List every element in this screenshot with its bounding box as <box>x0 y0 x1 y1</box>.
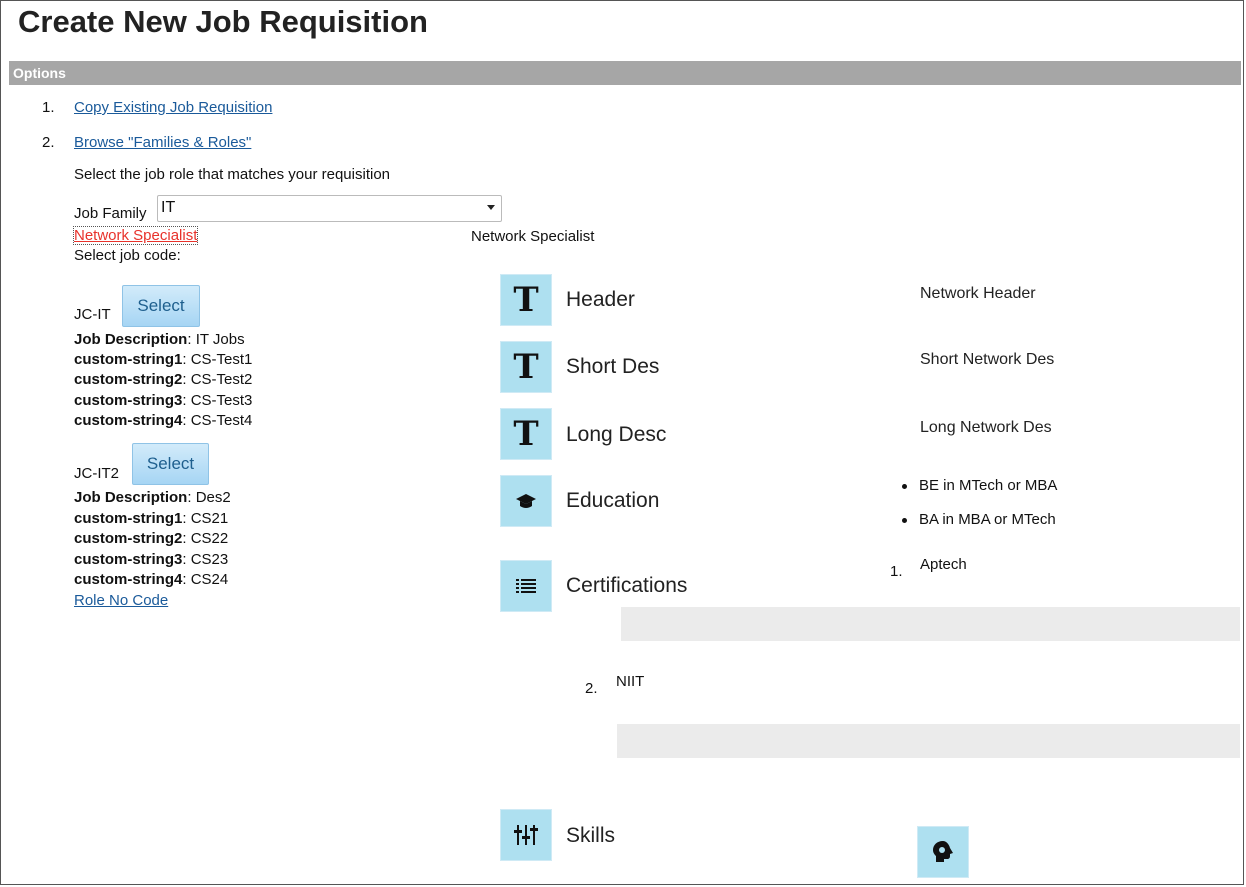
head-icon <box>917 826 969 878</box>
job-code-field: custom-string4: CS-Test4 <box>74 412 253 429</box>
bullet-icon <box>902 483 907 489</box>
text-t-icon: T <box>500 274 552 326</box>
copy-existing-requisition-link[interactable]: Copy Existing Job Requisition <box>74 99 272 116</box>
education-section-label: Education <box>566 489 660 512</box>
certification-detail-bar <box>621 607 1240 641</box>
short-desc-value: Short Network Des <box>920 351 1055 368</box>
job-code-field: Job Description: IT Jobs <box>74 331 245 348</box>
job-family-select[interactable]: IT <box>157 195 502 222</box>
job-code-field: custom-string4: CS24 <box>74 571 229 588</box>
education-item: BA in MBA or MTech <box>902 511 1056 528</box>
job-code-field: custom-string1: CS21 <box>74 510 229 527</box>
long-desc-section-label: Long Desc <box>566 423 667 446</box>
option-number: 2. <box>42 134 55 151</box>
chevron-down-icon <box>487 205 495 210</box>
text-t-icon: T <box>500 408 552 460</box>
bullet-icon <box>902 517 907 523</box>
role-no-code-link[interactable]: Role No Code <box>74 592 168 609</box>
skills-section-label: Skills <box>566 824 616 847</box>
job-code-label: JC-IT <box>74 306 111 323</box>
header-section-label: Header <box>566 288 635 311</box>
job-family-label: Job Family <box>74 205 147 222</box>
certification-number: 1. <box>890 563 903 580</box>
instruction-text: Select the job role that matches your re… <box>74 166 391 183</box>
job-code-field: custom-string3: CS23 <box>74 551 229 568</box>
job-code-field: Job Description: Des2 <box>74 489 231 506</box>
select-jc-it-button[interactable]: Select <box>122 285 200 327</box>
network-specialist-link[interactable]: Network Specialist <box>72 226 199 245</box>
graduation-cap-icon <box>500 475 552 527</box>
text-t-icon: T <box>500 341 552 393</box>
options-section-header: Options <box>9 61 1241 85</box>
sliders-icon <box>500 809 552 861</box>
browse-families-roles-link[interactable]: Browse "Families & Roles" <box>74 134 251 151</box>
certification-name: Aptech <box>920 556 967 573</box>
page-title: Create New Job Requisition <box>18 4 428 39</box>
job-code-label: JC-IT2 <box>74 465 119 482</box>
job-family-selected-value: IT <box>161 199 176 216</box>
job-code-field: custom-string1: CS-Test1 <box>74 351 253 368</box>
certifications-section-label: Certifications <box>566 574 688 597</box>
certification-detail-bar <box>617 724 1240 758</box>
long-desc-value: Long Network Des <box>920 419 1052 436</box>
job-code-field: custom-string2: CS-Test2 <box>74 371 253 388</box>
short-desc-section-label: Short Des <box>566 355 660 378</box>
job-code-field: custom-string3: CS-Test3 <box>74 392 253 409</box>
certification-name: NIIT <box>616 673 645 690</box>
education-item: BE in MTech or MBA <box>902 477 1057 494</box>
option-number: 1. <box>42 99 55 116</box>
select-jc-it2-button[interactable]: Select <box>132 443 209 485</box>
list-icon <box>500 560 552 612</box>
select-job-code-label: Select job code: <box>74 247 181 264</box>
job-code-field: custom-string2: CS22 <box>74 530 229 547</box>
role-title: Network Specialist <box>471 228 595 245</box>
header-value: Network Header <box>920 285 1036 302</box>
certification-number: 2. <box>585 680 598 697</box>
